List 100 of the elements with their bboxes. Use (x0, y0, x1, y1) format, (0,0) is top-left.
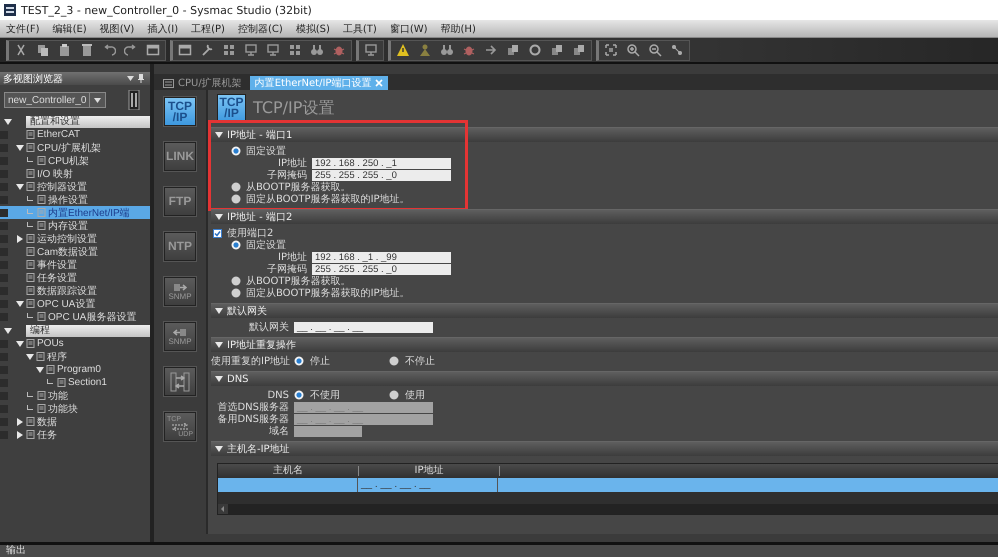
fit-view-icon[interactable] (604, 43, 618, 57)
radio-button[interactable] (231, 194, 241, 204)
section-header[interactable]: 主机名-IP地址 (211, 441, 998, 456)
tree-row[interactable]: CPU机架 (0, 154, 150, 167)
radio-button[interactable] (231, 146, 241, 156)
tree-row[interactable]: 程序 (0, 350, 150, 363)
monitor-icon[interactable] (266, 43, 280, 57)
section-header[interactable]: 默认网关 (211, 303, 998, 318)
undo-icon[interactable] (102, 43, 116, 57)
window-icon[interactable] (146, 43, 160, 57)
tree-row[interactable]: 数据跟踪设置 (0, 284, 150, 297)
radio-button[interactable] (389, 390, 399, 400)
tree-row[interactable]: 内存设置 (0, 219, 150, 232)
radio-button[interactable] (231, 288, 241, 298)
tree-row[interactable]: 任务设置 (0, 271, 150, 284)
tree-row[interactable]: OPC UA服务器设置 (0, 310, 150, 323)
tree-row[interactable]: 数据 (0, 415, 150, 428)
caret-down-icon[interactable] (215, 213, 223, 221)
menu-item[interactable]: 帮助(H) (440, 22, 476, 36)
tree-group-header[interactable]: 配置和设置 (26, 116, 150, 128)
menu-item[interactable]: 插入(I) (147, 22, 178, 36)
caret-right-icon[interactable] (16, 418, 24, 426)
caret-down-icon[interactable] (4, 326, 12, 334)
tree-row[interactable]: EtherCAT (0, 128, 150, 141)
section-header[interactable]: IP地址 - 端口1 (211, 127, 998, 142)
menu-item[interactable]: 窗口(W) (390, 22, 428, 36)
tree-row[interactable]: 功能 (0, 389, 150, 402)
grid-icon[interactable] (222, 43, 236, 57)
nodes-icon[interactable] (670, 43, 684, 57)
caret-down-icon[interactable] (36, 366, 44, 374)
radio-button[interactable] (231, 276, 241, 286)
section-header[interactable]: DNS (211, 371, 998, 386)
tree-row[interactable]: 内置EtherNet/IP端 (0, 206, 150, 219)
stacked-pages-icon[interactable] (506, 43, 520, 57)
grid-icon[interactable] (288, 43, 302, 57)
tree-row[interactable]: 功能块 (0, 402, 150, 415)
tree-row[interactable]: 控制器设置 (0, 180, 150, 193)
tree-group-header[interactable]: 编程 (26, 324, 150, 336)
caret-down-icon[interactable] (215, 341, 223, 349)
stacked-pages-icon[interactable] (550, 43, 564, 57)
tree-row[interactable]: Program0 (0, 363, 150, 376)
input-field[interactable]: 192 . 168 . 250 . _1 (312, 158, 451, 168)
caret-down-icon[interactable] (4, 118, 12, 126)
menu-item[interactable]: 模拟(S) (296, 22, 330, 36)
zoom-out-icon[interactable] (648, 43, 662, 57)
binoculars-icon[interactable] (440, 43, 454, 57)
menu-item[interactable]: 文件(F) (6, 22, 40, 36)
editor-tab[interactable]: CPU/扩展机架 (158, 76, 247, 90)
wrench-icon[interactable] (200, 43, 214, 57)
binoculars-icon[interactable] (310, 43, 324, 57)
column-header[interactable]: 主机名 (218, 466, 359, 476)
person-icon[interactable] (418, 43, 432, 57)
section-header[interactable]: IP地址重复操作 (211, 337, 998, 352)
tree-row[interactable]: Section1 (0, 376, 150, 389)
window-icon[interactable] (178, 43, 192, 57)
tree-row[interactable]: 运动控制设置 (0, 232, 150, 245)
radio-button[interactable] (231, 240, 241, 250)
tree-row[interactable]: 任务 (0, 428, 150, 441)
caret-down-icon[interactable] (215, 445, 223, 453)
category-button[interactable] (164, 367, 196, 396)
arrow-icon[interactable] (484, 43, 498, 57)
delete-icon[interactable] (80, 43, 94, 57)
scrollbar[interactable] (218, 504, 998, 514)
table-row[interactable]: __ . __ . __ . __ (218, 478, 998, 492)
caret-right-icon[interactable] (16, 430, 24, 438)
caret-down-icon[interactable] (215, 375, 223, 383)
paste-icon[interactable] (58, 43, 72, 57)
caret-down-icon[interactable] (16, 340, 24, 348)
radio-button[interactable] (231, 182, 241, 192)
caret-down-icon[interactable] (26, 352, 34, 360)
menu-item[interactable]: 控制器(C) (238, 22, 283, 36)
tree-row[interactable]: CPU/扩展机架 (0, 141, 150, 154)
tree-row[interactable]: POUs (0, 337, 150, 350)
monitor-icon[interactable] (244, 43, 258, 57)
caret-down-icon[interactable] (215, 307, 223, 315)
pin-icon[interactable] (138, 74, 144, 83)
checkbox[interactable] (213, 228, 222, 238)
tree-row[interactable]: 操作设置 (0, 193, 150, 206)
input-field[interactable]: 192 . 168 . _1 . _99 (312, 252, 451, 262)
circle-icon[interactable] (528, 43, 542, 57)
controller-dropdown[interactable]: new_Controller_0 (4, 92, 106, 108)
caret-right-icon[interactable] (16, 234, 24, 242)
column-header[interactable]: IP地址 (359, 466, 500, 476)
scroll-left-icon[interactable] (218, 504, 228, 514)
menu-item[interactable]: 工程(P) (191, 22, 225, 36)
menu-item[interactable]: 工具(T) (342, 22, 377, 36)
redo-icon[interactable] (124, 43, 138, 57)
caret-down-icon[interactable] (16, 144, 24, 152)
monitor-icon[interactable] (364, 43, 378, 57)
tree-row[interactable]: 事件设置 (0, 258, 150, 271)
caret-down-icon[interactable] (215, 131, 223, 139)
category-button[interactable]: TCP /IP (164, 97, 196, 126)
radio-button[interactable] (294, 390, 304, 400)
copy-icon[interactable] (36, 43, 50, 57)
menu-item[interactable]: 编辑(E) (52, 22, 87, 36)
stacked-pages-icon[interactable] (572, 43, 586, 57)
tree-row[interactable]: I/O 映射 (0, 167, 150, 180)
section-header[interactable]: IP地址 - 端口2 (211, 209, 998, 224)
warning-icon[interactable] (396, 43, 410, 57)
input-field[interactable]: 255 . 255 . 255 . _0 (312, 264, 451, 274)
